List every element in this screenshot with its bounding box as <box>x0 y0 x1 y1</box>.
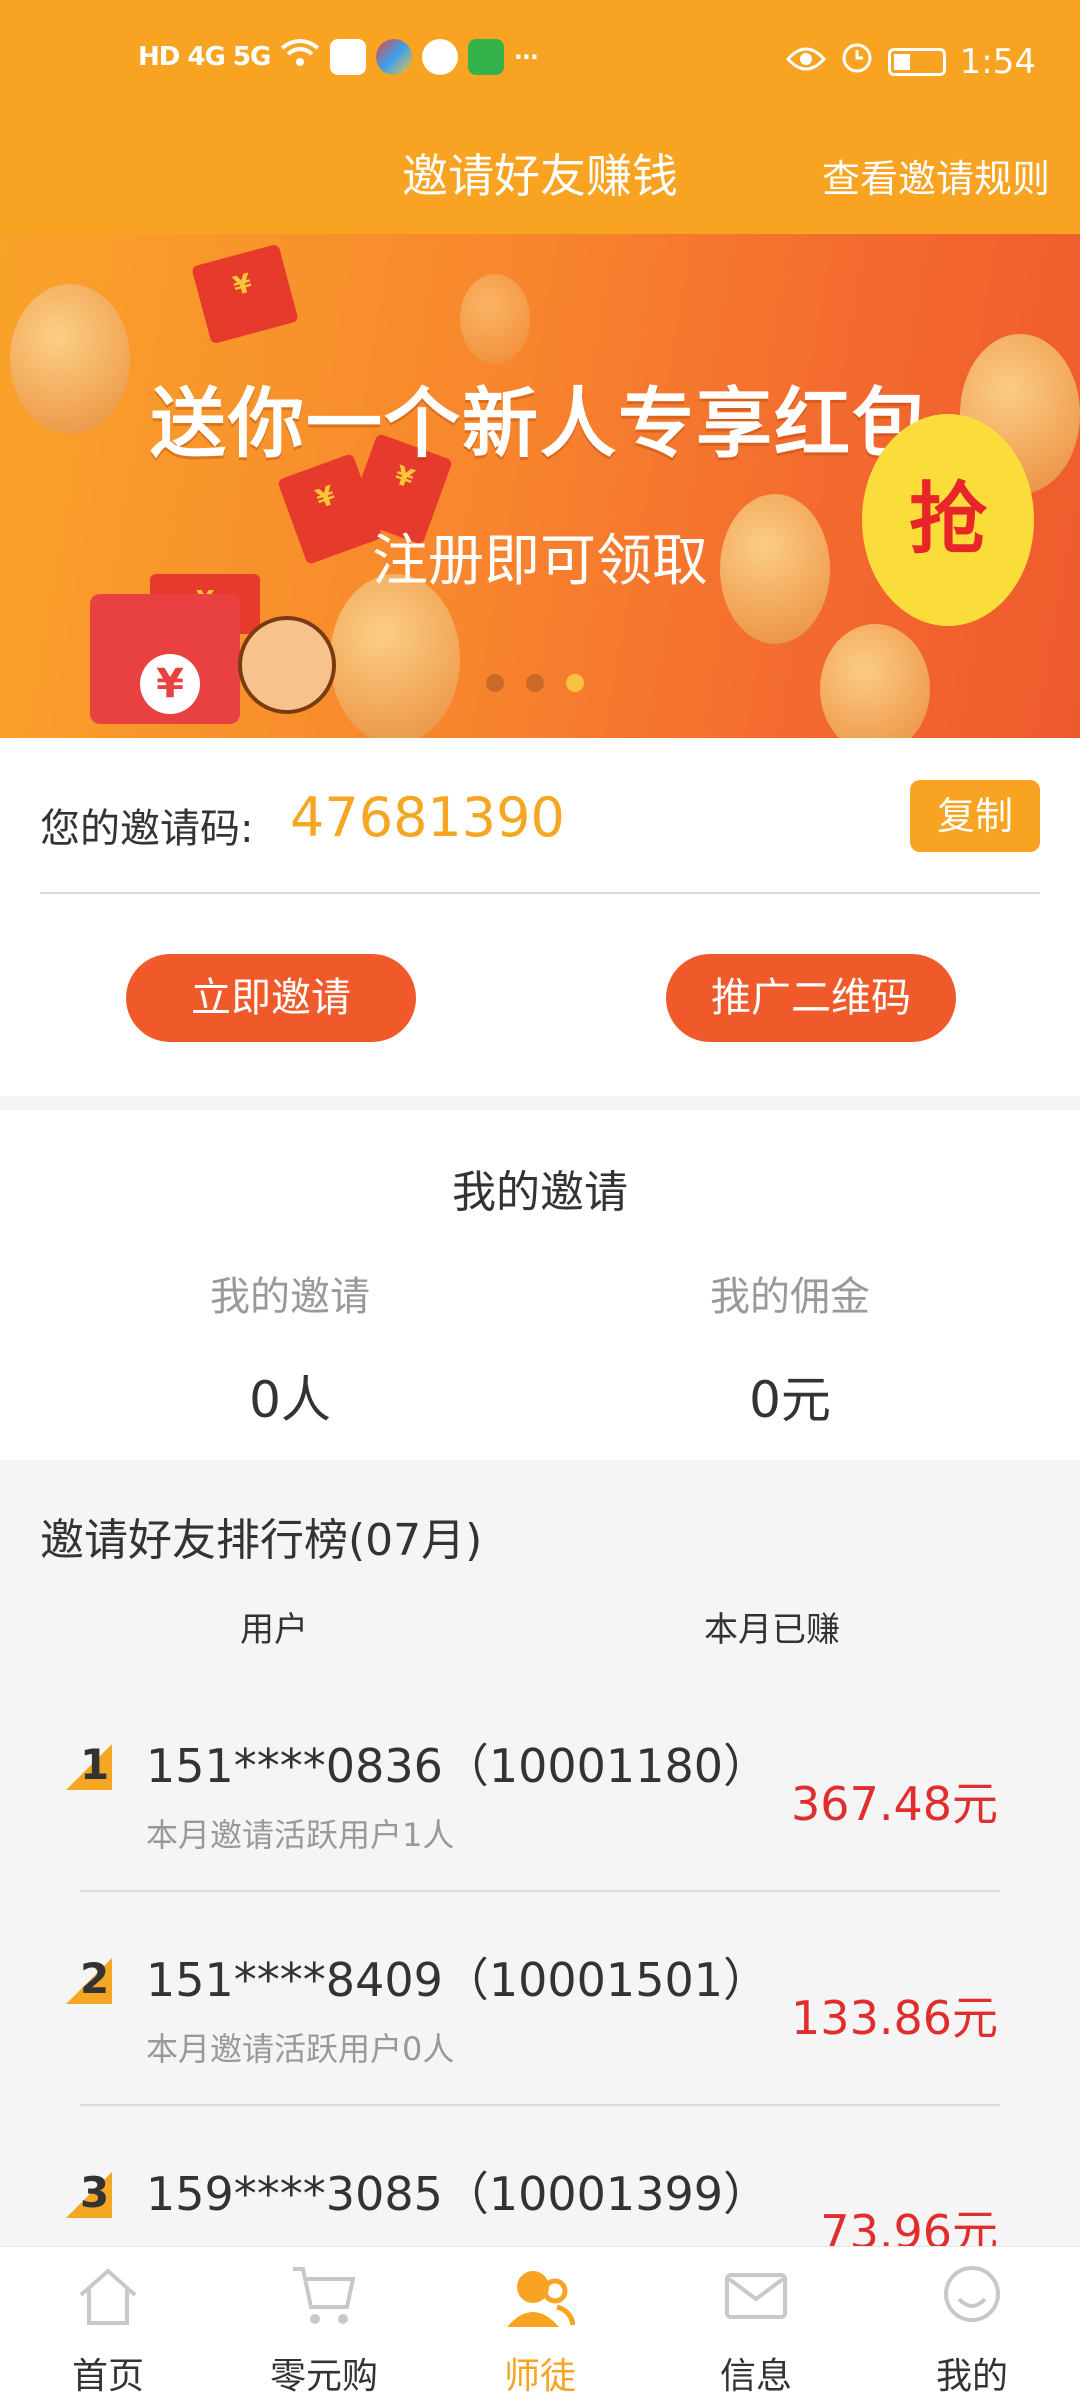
stat-value: 0元 <box>749 1371 831 1429</box>
promo-qr-button[interactable]: 推广二维码 <box>666 954 956 1042</box>
row-amount: 133.86元 <box>791 1991 998 2045</box>
stat-label: 我的佣金 <box>710 1274 870 1320</box>
battery-icon <box>887 47 946 76</box>
nav-label: 零元购 <box>269 2356 378 2397</box>
copy-button[interactable]: 复制 <box>910 780 1040 852</box>
app-notification-icon <box>468 39 505 75</box>
mascot-icon <box>238 616 336 714</box>
row-amount: 367.48元 <box>791 1777 998 1831</box>
red-envelope-decoration <box>191 243 299 345</box>
pagination-dot[interactable] <box>486 674 504 692</box>
more-notifications-icon: ⋯ <box>514 43 539 71</box>
nav-messages[interactable]: 信息 <box>648 2247 864 2401</box>
nav-label: 我的 <box>935 2356 1008 2397</box>
nav-label: 信息 <box>719 2356 792 2397</box>
mail-icon <box>721 2261 791 2331</box>
yuan-coin-icon: ¥ <box>140 654 200 714</box>
app-notification-icon <box>330 39 367 75</box>
row-active-users: 本月邀请活跃用户0人 <box>146 2238 454 2246</box>
leaderboard-row: 3 159****3085（10001399） 本月邀请活跃用户0人 73.96… <box>0 2106 1080 2246</box>
alarm-icon <box>840 40 874 83</box>
coin-decoration <box>820 624 930 738</box>
nav-zero-buy[interactable]: 零元购 <box>216 2247 432 2401</box>
divider <box>40 892 1040 894</box>
chat-icon <box>422 39 459 75</box>
status-icons-right: 1:54 <box>785 40 1036 83</box>
coin-decoration <box>460 274 530 364</box>
nav-profile[interactable]: 我的 <box>864 2247 1080 2401</box>
status-bar: HD 4G 5G ⋯ 1:54 <box>0 0 1080 128</box>
app-header: HD 4G 5G ⋯ 1:54 邀请好友赚钱 查看邀请规则 <box>0 0 1080 234</box>
coin-decoration <box>330 574 460 738</box>
row-amount: 73.96元 <box>820 2205 998 2246</box>
grab-button[interactable]: 抢 <box>862 414 1034 626</box>
nav-mentor[interactable]: 师徒 <box>432 2247 648 2401</box>
clock-time: 1:54 <box>959 41 1036 82</box>
row-user: 159****3085（10001399） <box>146 2167 769 2221</box>
home-icon <box>73 2261 143 2331</box>
stat-value: 0人 <box>249 1371 331 1429</box>
invite-now-button[interactable]: 立即邀请 <box>126 954 416 1042</box>
network-signal-icon: HD 4G 5G <box>138 42 271 72</box>
invite-code-value: 47681390 <box>290 786 565 849</box>
pagination-dot[interactable] <box>526 674 544 692</box>
row-user: 151****8409（10001501） <box>146 1953 769 2007</box>
eye-icon <box>785 42 826 82</box>
my-invitation-section: 我的邀请 我的邀请 0人 我的佣金 0元 <box>0 1110 1080 1460</box>
invite-code-section: 您的邀请码: 47681390 复制 立即邀请 推广二维码 <box>0 738 1080 1096</box>
promo-banner[interactable]: ¥ 送你一个新人专享红包 注册即可领取 抢 <box>0 234 1080 738</box>
wifi-icon <box>280 38 320 76</box>
my-invitation-title: 我的邀请 <box>452 1167 628 1218</box>
leaderboard-row: 1 151****0836（10001180） 本月邀请活跃用户1人 367.4… <box>0 1678 1080 1892</box>
rank-badge-icon: 1 <box>66 1740 112 1790</box>
row-active-users: 本月邀请活跃用户0人 <box>146 2030 455 2068</box>
people-icon <box>505 2261 576 2331</box>
column-header-user: 用户 <box>240 1610 308 1650</box>
view-rules-link[interactable]: 查看邀请规则 <box>822 148 1050 203</box>
bottom-nav: 首页 零元购 师徒 信息 我的 <box>0 2246 1080 2401</box>
stat-label: 我的邀请 <box>210 1274 370 1320</box>
banner-pagination <box>486 674 584 692</box>
column-header-earned: 本月已赚 <box>704 1610 840 1650</box>
pagination-dot-active[interactable] <box>566 674 584 692</box>
nav-label: 师徒 <box>503 2356 576 2397</box>
status-icons-left: HD 4G 5G ⋯ <box>138 38 538 76</box>
row-active-users: 本月邀请活跃用户1人 <box>146 1816 455 1854</box>
rank-badge-icon: 3 <box>66 2168 112 2218</box>
cart-icon <box>289 2261 359 2331</box>
invite-code-label: 您的邀请码: <box>40 806 254 852</box>
rank-badge-icon: 2 <box>66 1954 112 2004</box>
nav-home[interactable]: 首页 <box>0 2247 216 2401</box>
nav-label: 首页 <box>71 2356 144 2397</box>
profile-icon <box>937 2261 1007 2331</box>
leaderboard-row: 2 151****8409（10001501） 本月邀请活跃用户0人 133.8… <box>0 1892 1080 2106</box>
row-user: 151****0836（10001180） <box>146 1739 769 1793</box>
leaderboard-title: 邀请好友排行榜(07月) <box>40 1515 483 1566</box>
leaderboard: 邀请好友排行榜(07月) 用户 本月已赚 1 151****0836（10001… <box>0 1460 1080 2246</box>
app-notification-icon <box>376 39 413 75</box>
